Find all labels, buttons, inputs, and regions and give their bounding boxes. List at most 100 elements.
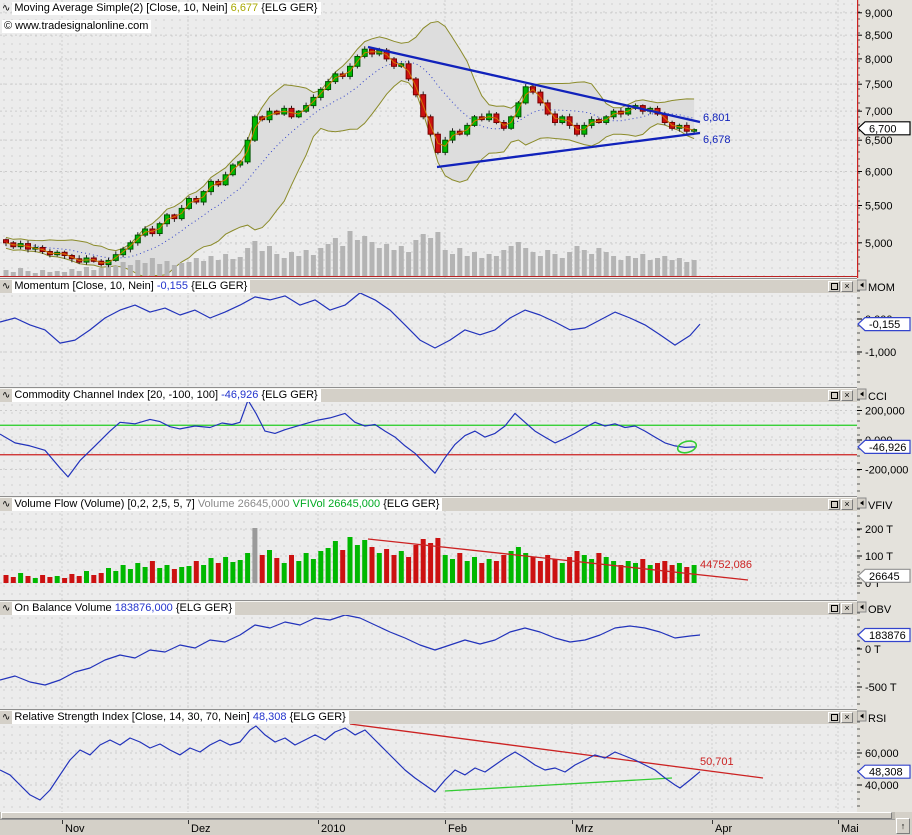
rsi-support-trendline[interactable] bbox=[445, 778, 672, 791]
obv-panel[interactable] bbox=[0, 614, 857, 710]
scroll-up-button[interactable]: ↑ bbox=[896, 818, 910, 834]
maximize-icon bbox=[831, 501, 838, 508]
main-chart-panel[interactable]: 6,8016,678 bbox=[0, 0, 857, 279]
vfiv-volume-value: 26645,000 bbox=[238, 498, 290, 510]
indicator-line bbox=[0, 726, 700, 800]
horizontal-scrollbar[interactable] bbox=[0, 812, 895, 819]
scrollbar-thumb[interactable] bbox=[1, 812, 892, 819]
close-icon: × bbox=[844, 391, 849, 400]
volume-bar bbox=[355, 240, 360, 276]
volume-bar bbox=[55, 271, 60, 276]
indicator-squiggle-icon: ∿ bbox=[2, 390, 10, 401]
volume-bar bbox=[362, 236, 367, 276]
momentum-panel[interactable] bbox=[0, 292, 857, 388]
vfi-volume-bar bbox=[640, 559, 645, 583]
time-axis-tick bbox=[62, 820, 63, 824]
vfiv-panel[interactable]: 44752,086 bbox=[0, 510, 857, 601]
axis-section-label: VFIV bbox=[868, 500, 893, 512]
volume-bar bbox=[91, 270, 96, 276]
vfiv-close-button[interactable]: × bbox=[841, 499, 853, 510]
vfi-volume-bar bbox=[655, 563, 660, 583]
volume-bar bbox=[560, 258, 565, 276]
time-axis-month-label: Feb bbox=[448, 823, 467, 835]
vfiv-volume-label: Volume bbox=[198, 498, 235, 510]
vfi-volume-bar bbox=[304, 553, 309, 583]
obv-title: On Balance Volume bbox=[14, 602, 111, 614]
cci-value: -46,926 bbox=[221, 389, 258, 401]
price-axis[interactable]: 9,0008,5008,0007,5007,0006,5006,0005,500… bbox=[857, 0, 912, 835]
rsi-resistance-trendline[interactable] bbox=[350, 724, 763, 778]
obv-close-button[interactable]: × bbox=[841, 603, 853, 614]
close-icon: × bbox=[844, 713, 849, 722]
obv-symbol: {ELG GER} bbox=[176, 602, 232, 614]
cci-plot[interactable] bbox=[0, 401, 857, 497]
vfi-volume-bar bbox=[465, 561, 470, 583]
axis-collapse-button[interactable] bbox=[857, 602, 866, 612]
axis-tick-label: 5,500 bbox=[865, 201, 893, 213]
volume-bar bbox=[179, 263, 184, 276]
time-axis-tick bbox=[838, 820, 839, 824]
vfi-volume-bar bbox=[289, 555, 294, 583]
axis-collapse-button[interactable] bbox=[857, 498, 866, 508]
obv-maximize-button[interactable] bbox=[828, 603, 840, 614]
volume-bar bbox=[135, 260, 140, 276]
momentum-title: Momentum [Close, 10, Nein] bbox=[14, 280, 153, 292]
price-axis-column[interactable]: 9,0008,5008,0007,5007,0006,5006,0005,500… bbox=[857, 0, 912, 835]
vfi-volume-bar bbox=[106, 568, 111, 583]
vfi-volume-bar bbox=[662, 561, 667, 583]
vfi-volume-bar bbox=[582, 555, 587, 583]
volume-bar bbox=[4, 270, 9, 276]
vfi-volume-bar bbox=[26, 576, 31, 583]
volume-bar bbox=[377, 248, 382, 276]
volume-bar bbox=[238, 257, 243, 276]
axis-collapse-button[interactable] bbox=[857, 280, 866, 290]
momentum-plot[interactable] bbox=[0, 292, 857, 388]
volume-bar bbox=[684, 262, 689, 276]
time-axis[interactable]: NovDez2010FebMrzAprMai bbox=[0, 819, 895, 835]
vfi-volume-bar bbox=[384, 549, 389, 583]
obv-plot[interactable] bbox=[0, 614, 857, 710]
momentum-maximize-button[interactable] bbox=[828, 281, 840, 292]
time-axis-tick bbox=[318, 820, 319, 824]
volume-bar bbox=[589, 254, 594, 276]
volume-bar bbox=[340, 246, 345, 276]
vfiv-plot[interactable]: 44752,086 bbox=[0, 510, 857, 601]
axis-tick-label: 5,000 bbox=[865, 238, 893, 250]
volume-bar bbox=[99, 268, 104, 276]
vfi-volume-bar bbox=[55, 576, 60, 583]
upper-trendline-label: 6,801 bbox=[703, 112, 731, 124]
indicator-squiggle-icon: ∿ bbox=[2, 499, 10, 510]
volume-bar bbox=[392, 250, 397, 276]
rsi-maximize-button[interactable] bbox=[828, 712, 840, 723]
volume-bar bbox=[157, 264, 162, 276]
rsi-plot[interactable]: 50,701 bbox=[0, 723, 857, 812]
volume-bar bbox=[150, 258, 155, 276]
axis-collapse-button[interactable] bbox=[857, 711, 866, 721]
time-axis-month-label: 2010 bbox=[321, 823, 345, 835]
cci-maximize-button[interactable] bbox=[828, 390, 840, 401]
vfi-volume-bar bbox=[91, 575, 96, 583]
volume-bar bbox=[509, 246, 514, 276]
vfi-volume-bar bbox=[333, 541, 338, 583]
watermark: © www.tradesignalonline.com bbox=[2, 20, 151, 33]
momentum-value: -0,155 bbox=[157, 280, 188, 292]
rsi-close-button[interactable]: × bbox=[841, 712, 853, 723]
rsi-panel[interactable]: 50,701 bbox=[0, 723, 857, 812]
vfi-volume-bar bbox=[494, 561, 499, 583]
cci-close-button[interactable]: × bbox=[841, 390, 853, 401]
axis-collapse-button[interactable] bbox=[857, 389, 866, 399]
volume-bar bbox=[567, 252, 572, 276]
vfiv-maximize-button[interactable] bbox=[828, 499, 840, 510]
vfi-volume-bar bbox=[194, 561, 199, 583]
vfi-volume-bar bbox=[611, 561, 616, 583]
axis-section-label: CCI bbox=[868, 391, 887, 403]
momentum-close-button[interactable]: × bbox=[841, 281, 853, 292]
cci-panel[interactable] bbox=[0, 401, 857, 497]
volume-bar bbox=[267, 246, 272, 276]
time-axis-month-label: Dez bbox=[191, 823, 211, 835]
main-chart-plot[interactable]: 6,8016,678 bbox=[0, 0, 857, 279]
volume-bar bbox=[201, 261, 206, 276]
indicator-squiggle-icon: ∿ bbox=[2, 3, 10, 14]
vfi-volume-bar bbox=[618, 565, 623, 583]
vfi-volume-bar bbox=[370, 547, 375, 583]
